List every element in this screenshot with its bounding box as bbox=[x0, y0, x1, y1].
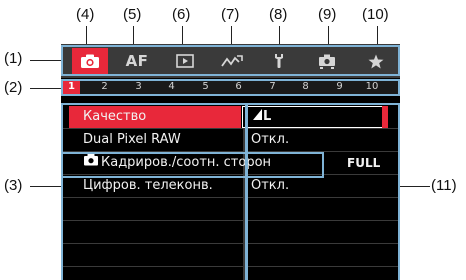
callout-5: (5) bbox=[123, 6, 142, 23]
callout-3: (3) bbox=[4, 177, 23, 194]
leader-line-3 bbox=[30, 186, 61, 187]
leader-line-6 bbox=[182, 26, 183, 44]
highlight-page-bar bbox=[61, 79, 400, 96]
callout-2: (2) bbox=[4, 79, 23, 96]
highlight-item-column bbox=[61, 103, 248, 280]
leader-line-10 bbox=[377, 26, 378, 44]
callout-11: (11) bbox=[431, 177, 457, 194]
highlight-tab-bar bbox=[61, 45, 400, 76]
leader-line-8 bbox=[279, 26, 280, 44]
callout-10: (10) bbox=[362, 6, 389, 23]
callout-6: (6) bbox=[172, 6, 191, 23]
callout-4: (4) bbox=[76, 6, 95, 23]
callout-1: (1) bbox=[4, 50, 23, 67]
callout-8: (8) bbox=[269, 6, 288, 23]
highlight-value-column bbox=[245, 103, 400, 280]
highlight-crop-aspect-row bbox=[61, 152, 324, 178]
leader-line-7 bbox=[231, 26, 232, 44]
leader-line-1 bbox=[30, 60, 61, 61]
callout-7: (7) bbox=[221, 6, 240, 23]
leader-line-9 bbox=[328, 26, 329, 44]
leader-line-2 bbox=[30, 88, 61, 89]
leader-line-4 bbox=[86, 26, 87, 44]
leader-line-5 bbox=[133, 26, 134, 44]
leader-line-11 bbox=[400, 186, 430, 187]
callout-9: (9) bbox=[318, 6, 337, 23]
